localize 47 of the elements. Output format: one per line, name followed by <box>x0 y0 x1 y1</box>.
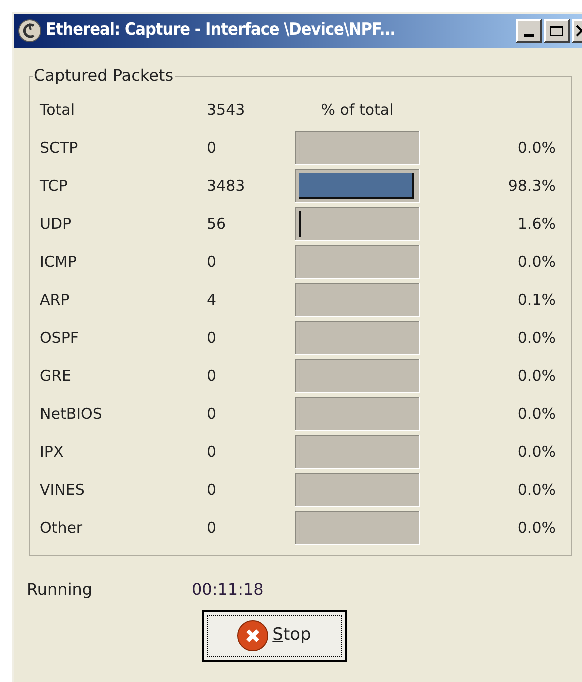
row-label: ICMP <box>40 252 77 271</box>
packet-count: 0 <box>207 480 217 499</box>
percent-value: 0.0% <box>518 252 556 271</box>
packet-count: 0 <box>207 328 217 347</box>
maximize-icon <box>550 25 564 37</box>
elapsed-time: 00:11:18 <box>192 579 264 601</box>
percent-value: 0.0% <box>518 442 556 461</box>
packet-count: 0 <box>207 442 217 461</box>
percent-value: 0.1% <box>518 290 556 309</box>
percent-value: 0.0% <box>518 138 556 157</box>
packet-count: 4 <box>207 290 217 309</box>
percent-value: 0.0% <box>518 480 556 499</box>
status-label: Running <box>27 579 94 601</box>
column-header: % of total <box>321 100 394 119</box>
row-label: UDP <box>40 214 72 233</box>
packet-count: 3543 <box>207 100 246 119</box>
minimize-button[interactable] <box>516 19 542 43</box>
row-label: Total <box>40 100 76 119</box>
percent-value: 0.0% <box>518 366 556 385</box>
percent-value: 1.6% <box>518 214 556 233</box>
row-label: ARP <box>40 290 70 309</box>
row-label: SCTP <box>40 138 78 157</box>
row-label: NetBIOS <box>40 404 102 423</box>
row-label: GRE <box>40 366 72 385</box>
group-title: Captured Packets <box>33 66 175 86</box>
maximize-button[interactable] <box>544 19 570 43</box>
packet-count: 0 <box>207 138 217 157</box>
row-label: Other <box>40 518 83 537</box>
percent-value: 98.3% <box>508 176 556 195</box>
packet-count: 0 <box>207 252 217 271</box>
row-label: IPX <box>40 442 64 461</box>
stop-icon <box>236 620 269 652</box>
minimize-icon <box>524 34 534 37</box>
packet-count: 0 <box>207 404 217 423</box>
percent-value: 0.0% <box>518 404 556 423</box>
packet-count: 0 <box>207 366 217 385</box>
packet-count: 56 <box>207 214 226 233</box>
percent-value: 0.0% <box>518 328 556 347</box>
packet-count: 0 <box>207 518 217 537</box>
row-label: VINES <box>40 480 85 499</box>
row-label: TCP <box>40 176 68 195</box>
window-title: Ethereal: Capture - Interface \Device\NPF... <box>46 19 396 42</box>
app-icon <box>18 19 42 43</box>
percent-value: 0.0% <box>518 518 556 537</box>
row-label: OSPF <box>40 328 80 347</box>
stop-button[interactable]: Stop <box>202 610 346 662</box>
packet-count: 3483 <box>207 176 246 195</box>
